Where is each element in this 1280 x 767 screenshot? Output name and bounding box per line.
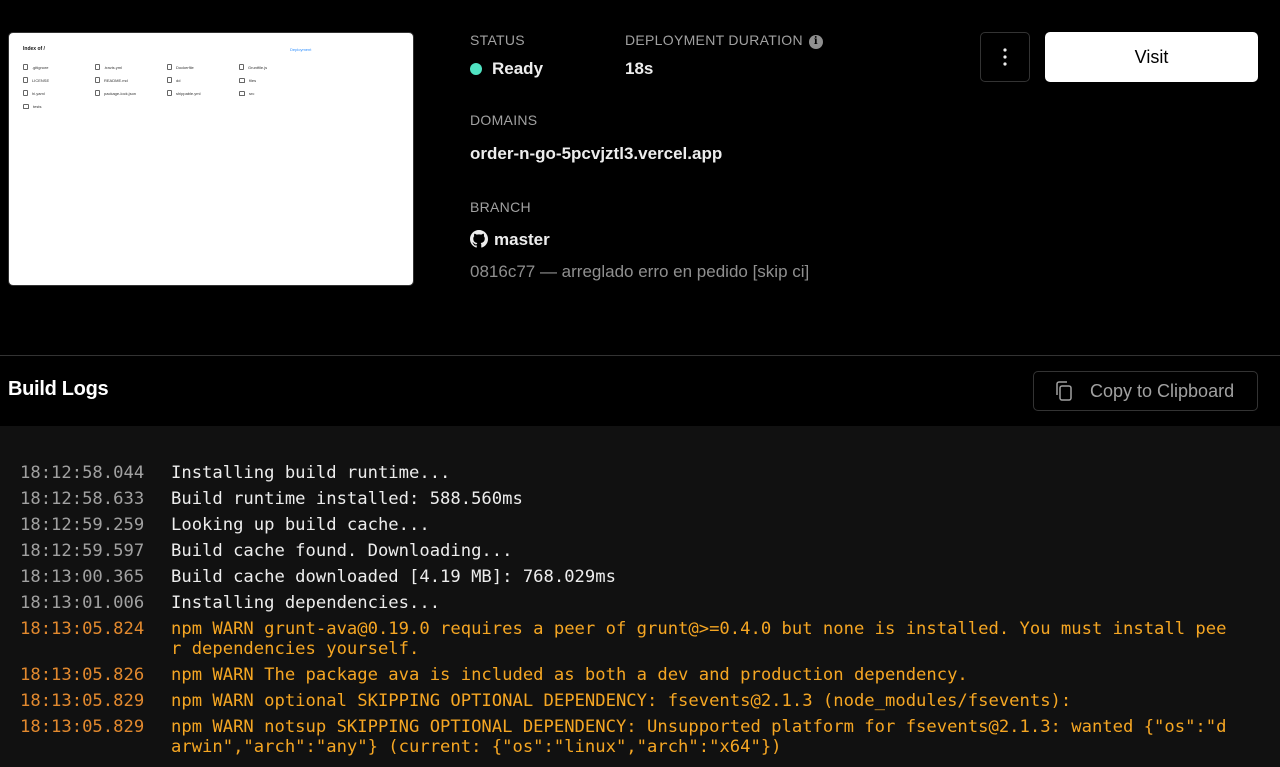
file-icon [95, 77, 100, 83]
copy-to-clipboard-button[interactable]: Copy to Clipboard [1033, 371, 1258, 411]
domain-link[interactable]: order-n-go-5pcvjztl3.vercel.app [470, 144, 722, 164]
log-line: 18:13:05.826 npm WARN The package ava is … [0, 665, 1280, 685]
log-timestamp: 18:13:01.006 [20, 593, 145, 613]
visit-button[interactable]: Visit [1045, 32, 1258, 82]
file-icon [167, 64, 172, 70]
log-message: npm WARN notsup SKIPPING OPTIONAL DEPEND… [171, 717, 1227, 757]
log-timestamp: 18:13:05.829 [20, 717, 145, 737]
log-line: 18:12:59.597 Build cache found. Downloadi… [0, 541, 1280, 561]
preview-file-name: package-lock.json [104, 90, 137, 96]
log-timestamp: 18:12:59.259 [20, 515, 145, 535]
preview-file-item: .gitignore [23, 63, 95, 71]
domains-label: DOMAINS [470, 112, 538, 128]
preview-file-name: src [249, 90, 255, 96]
preview-file-item: LICENSE [23, 76, 95, 84]
log-message: npm WARN optional SKIPPING OPTIONAL DEPE… [171, 691, 1072, 711]
file-icon [23, 77, 28, 83]
info-icon[interactable]: i [808, 34, 823, 49]
preview-file-list: .gitignore .travis.yml Dockerfile Gruntfile… [23, 63, 313, 110]
deployment-preview[interactable]: Index of / Deployment .gitignore .travis.… [8, 32, 414, 286]
status-value: Ready [470, 59, 543, 79]
preview-file-item: package-lock.json [95, 89, 167, 97]
copy-icon [1056, 381, 1072, 401]
preview-file-name: .gitignore [32, 64, 49, 70]
log-message: npm WARN The package ava is included as … [171, 665, 968, 685]
preview-file-item: Dockerfile [167, 63, 239, 71]
log-message: Installing dependencies... [171, 593, 441, 613]
preview-file-name: files [249, 77, 257, 83]
preview-file-name: dd [176, 77, 181, 83]
file-icon [23, 90, 28, 96]
preview-file-item: .travis.yml [95, 63, 167, 71]
duration-label: DEPLOYMENT DURATION i [625, 32, 823, 49]
preview-title: Index of / [23, 46, 45, 52]
log-line: 18:13:05.829 npm WARN notsup SKIPPING OPT… [0, 717, 1280, 757]
status-label: STATUS [470, 32, 525, 48]
log-message: Build cache found. Downloading... [171, 541, 513, 561]
preview-file-item: shippable.yml [167, 89, 239, 97]
file-icon [239, 64, 244, 70]
preview-file-name: Gruntfile.js [248, 64, 268, 70]
log-message: Build runtime installed: 588.560ms [171, 489, 523, 509]
log-line: 18:13:00.365 Build cache downloaded [4.19… [0, 567, 1280, 587]
log-timestamp: 18:13:00.365 [20, 567, 145, 587]
folder-icon [239, 90, 245, 96]
duration-value: 18s [625, 59, 654, 78]
file-icon [167, 77, 172, 83]
log-line: 18:12:58.633 Build runtime installed: 588… [0, 489, 1280, 509]
preview-file-item: files [239, 76, 311, 84]
copy-label: Copy to Clipboard [1090, 380, 1235, 401]
log-line: 18:13:05.824 npm WARN grunt-ava@0.19.0 re… [0, 619, 1280, 659]
log-message: Looking up build cache... [171, 515, 430, 535]
section-divider [0, 355, 1280, 356]
log-timestamp: 18:13:05.826 [20, 665, 145, 685]
preview-link: Deployment [290, 47, 312, 52]
preview-file-name: .travis.yml [104, 64, 122, 70]
preview-file-item: Gruntfile.js [239, 63, 311, 71]
branch-link[interactable]: master [470, 230, 550, 250]
duration-label-text: DEPLOYMENT DURATION [625, 32, 803, 48]
status-text: Ready [492, 59, 544, 78]
preview-file-name: hi.yaml [32, 90, 45, 96]
build-logs-title: Build Logs [8, 378, 109, 400]
log-line: 18:12:58.044 Installing build runtime... [0, 463, 1280, 483]
preview-file-item: src [239, 89, 311, 97]
folder-icon [23, 103, 29, 109]
more-options-button[interactable] [980, 32, 1030, 82]
log-line: 18:12:59.259 Looking up build cache... [0, 515, 1280, 535]
preview-file-name: README.md [104, 77, 128, 83]
preview-file-item: hi.yaml [23, 89, 95, 97]
log-message: npm WARN grunt-ava@0.19.0 requires a pee… [171, 619, 1227, 659]
log-timestamp: 18:12:59.597 [20, 541, 145, 561]
github-icon [470, 230, 488, 248]
file-icon [95, 64, 100, 70]
commit-message[interactable]: 0816c77 — arreglado erro en pedido [skip… [470, 262, 809, 282]
log-timestamp: 18:12:58.044 [20, 463, 145, 483]
status-dot [470, 63, 482, 75]
file-icon [167, 90, 172, 96]
log-line: 18:13:05.829 npm WARN optional SKIPPING O… [0, 691, 1280, 711]
log-timestamp: 18:13:05.829 [20, 691, 145, 711]
log-message: Installing build runtime... [171, 463, 451, 483]
folder-icon [239, 77, 245, 83]
log-timestamp: 18:12:58.633 [20, 489, 145, 509]
preview-file-name: LICENSE [32, 77, 50, 83]
file-icon [95, 90, 100, 96]
preview-file-item: tests [23, 102, 95, 110]
branch-label: BRANCH [470, 199, 531, 215]
file-icon [23, 64, 28, 70]
log-line: 18:13:01.006 Installing dependencies... [0, 593, 1280, 613]
build-log-output[interactable]: 18:12:58.044 Installing build runtime... 1… [0, 426, 1280, 767]
log-timestamp: 18:13:05.824 [20, 619, 145, 639]
preview-file-item: dd [167, 76, 239, 84]
vertical-dots-icon [1003, 48, 1007, 66]
branch-name: master [494, 230, 550, 249]
preview-file-name: shippable.yml [176, 90, 201, 96]
preview-file-item: README.md [95, 76, 167, 84]
log-message: Build cache downloaded [4.19 MB]: 768.02… [171, 567, 616, 587]
preview-file-name: tests [33, 103, 42, 109]
preview-file-name: Dockerfile [176, 64, 194, 70]
